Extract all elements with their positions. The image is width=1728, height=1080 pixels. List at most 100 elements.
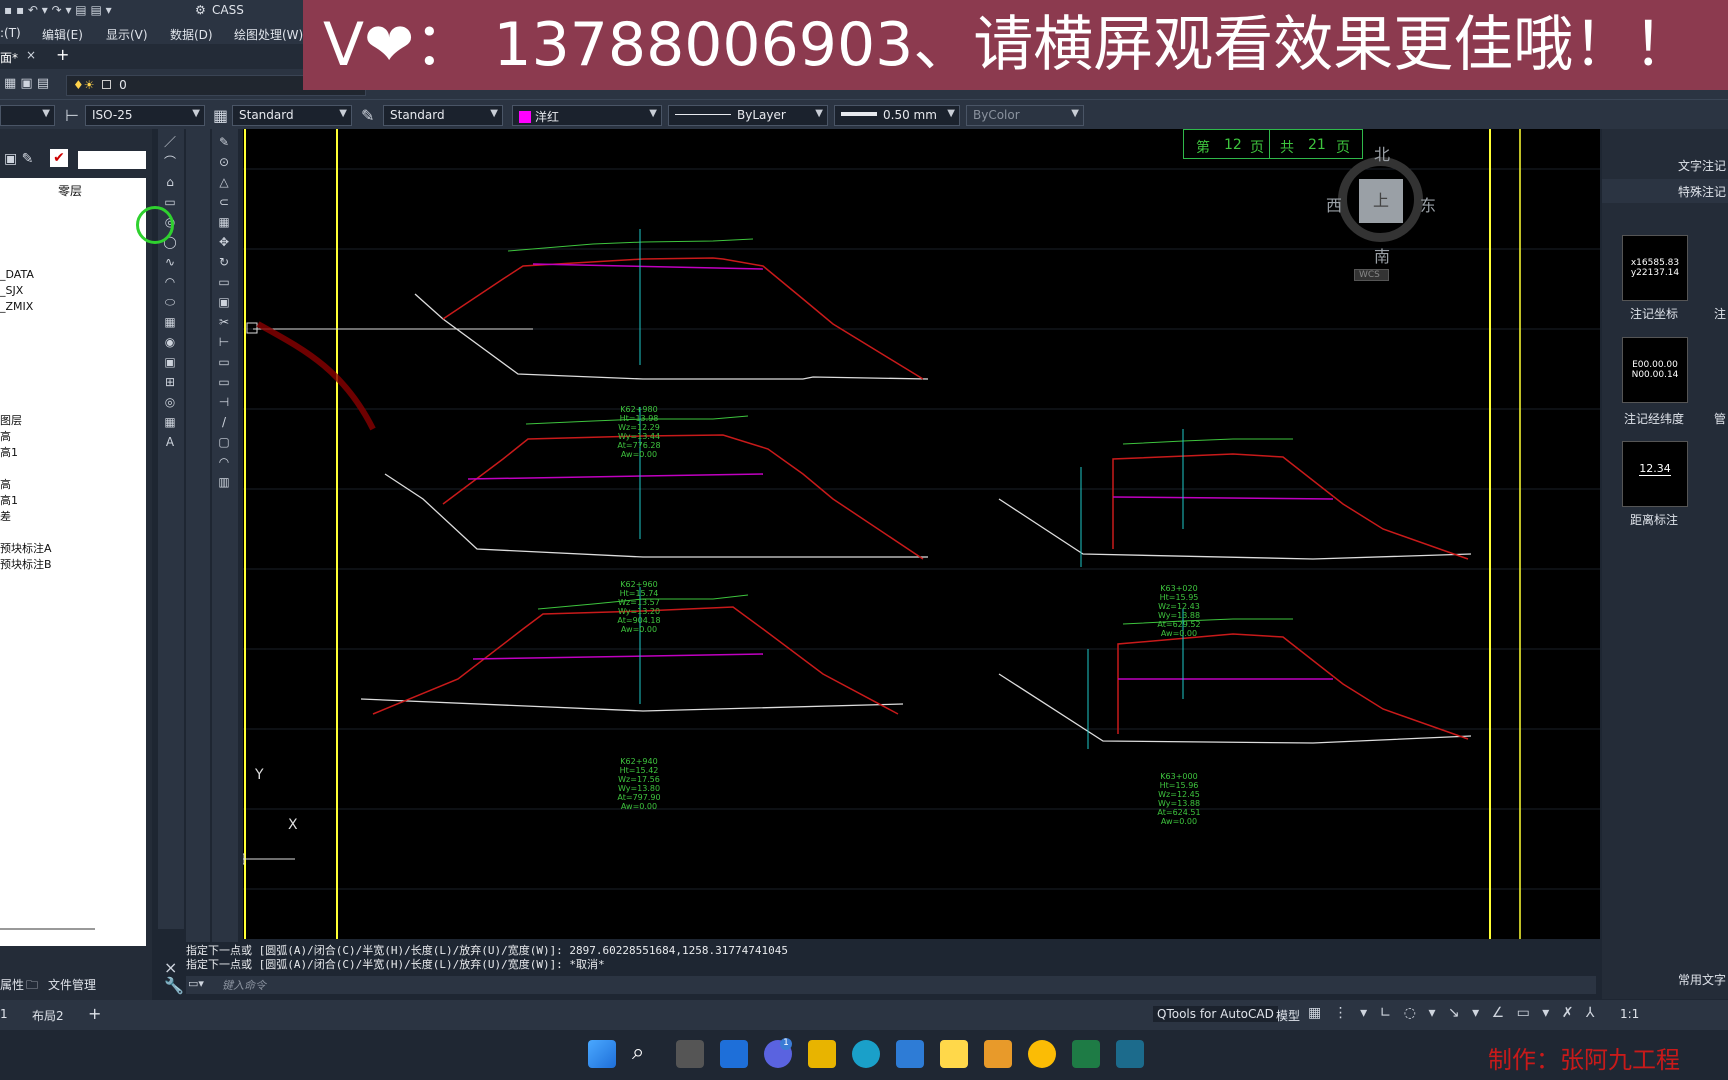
layer-item[interactable]: 预块标注B xyxy=(0,556,52,572)
modify-tool-icon[interactable]: ✂ xyxy=(215,314,233,330)
modify-tool-icon[interactable]: ⊣ xyxy=(215,394,233,410)
draw-tool-icon[interactable]: A xyxy=(161,434,179,450)
modify-tool-icon[interactable]: △ xyxy=(215,174,233,190)
layer-item[interactable]: 差 xyxy=(0,508,11,524)
annotate-coords-tile[interactable]: x16585.83 y22137.14 xyxy=(1622,235,1688,301)
annotation-scale[interactable]: 1:1 xyxy=(1620,1007,1639,1021)
layer-item[interactable]: 高 xyxy=(0,476,11,492)
new-tab-button[interactable]: + xyxy=(56,45,69,64)
layer-item[interactable]: 图层 xyxy=(0,412,22,428)
layer-list-scrollbar[interactable] xyxy=(0,928,95,930)
compass-north[interactable]: 北 xyxy=(1374,141,1390,165)
media-player-icon[interactable] xyxy=(984,1040,1012,1068)
menu-item-view[interactable]: 显示(V) xyxy=(106,26,148,43)
layout-tab[interactable]: 布局2 xyxy=(32,1007,64,1024)
compass-south[interactable]: 南 xyxy=(1374,243,1390,267)
linetype-select[interactable]: ByLayer ▼ xyxy=(668,105,828,126)
modify-tool-icon[interactable]: ⊂ xyxy=(215,194,233,210)
draw-tool-icon[interactable]: ◎ xyxy=(161,394,179,410)
layer-item[interactable]: 高1 xyxy=(0,492,18,508)
draw-tool-icon[interactable]: ⌒ xyxy=(161,154,179,170)
drawing-canvas[interactable]: Y X K62+980 Ht=13.98 Wz=12.29 Wy=13.44 At=… xyxy=(243,129,1600,939)
close-icon[interactable]: × xyxy=(164,958,177,977)
store-icon[interactable] xyxy=(896,1040,924,1068)
distance-tile[interactable]: 12.34 xyxy=(1622,441,1688,507)
modify-tool-icon[interactable]: ▥ xyxy=(215,474,233,490)
layer-search-input[interactable] xyxy=(78,151,146,169)
draw-tool-icon[interactable]: ⬭ xyxy=(161,294,179,310)
excel-icon[interactable] xyxy=(1072,1040,1100,1068)
plotstyle-select[interactable]: ByColor ▼ xyxy=(966,105,1084,126)
lineweight-select[interactable]: 0.50 mm ▼ xyxy=(834,105,960,126)
checkmark-icon[interactable]: ✔ xyxy=(50,149,68,167)
menu-item-tools[interactable]: :(T) xyxy=(0,26,21,40)
compass-east[interactable]: 东 xyxy=(1420,192,1436,216)
text-style-select-partial[interactable]: ▼ xyxy=(0,105,55,126)
dim-style-select[interactable]: ISO-25 ▼ xyxy=(85,105,205,126)
layout-tab[interactable]: 1 xyxy=(0,1007,8,1021)
widgets-icon[interactable] xyxy=(720,1040,748,1068)
modify-tool-icon[interactable]: ▦ xyxy=(215,214,233,230)
tab-special-annotation[interactable]: 特殊注记 xyxy=(1678,183,1726,200)
draw-tool-icon[interactable]: ◠ xyxy=(161,274,179,290)
draw-tool-icon[interactable]: ▣ xyxy=(161,354,179,370)
tab-properties[interactable]: 属性 xyxy=(0,976,24,993)
draw-tool-icon[interactable]: ⌂ xyxy=(161,174,179,190)
draw-tool-icon[interactable]: ⊞ xyxy=(161,374,179,390)
layer-item[interactable]: _ZMIX xyxy=(0,300,33,313)
tab-drawing[interactable]: 面* xyxy=(0,49,18,66)
command-input[interactable]: ▭▾ 键入命令 xyxy=(186,976,1596,994)
table-style-select[interactable]: Standard ▼ xyxy=(232,105,352,126)
color-select[interactable]: 洋红 ▼ xyxy=(512,105,662,126)
tab-text-annotation[interactable]: 文字注记 xyxy=(1678,157,1726,174)
viewcube[interactable]: 上 北 南 西 东 WCS xyxy=(1318,139,1436,284)
cass-icon[interactable] xyxy=(1116,1040,1144,1068)
layer-item[interactable]: 高1 xyxy=(0,444,18,460)
draw-tool-icon[interactable]: ▦ xyxy=(161,414,179,430)
chrome-icon[interactable] xyxy=(1028,1040,1056,1068)
layer-item[interactable]: _SJX xyxy=(0,284,23,297)
draw-tool-icon[interactable]: ◉ xyxy=(161,334,179,350)
wrench-icon[interactable]: 🔧 xyxy=(164,976,184,995)
modify-tool-icon[interactable]: ✎ xyxy=(215,134,233,150)
search-icon[interactable]: ⌕ xyxy=(632,1040,644,1065)
quick-access-icons[interactable]: ▪ ▪ ↶ ▾ ↷ ▾ ▤ ▤ ▾ xyxy=(4,3,112,17)
draw-tool-icon[interactable]: ∿ xyxy=(161,254,179,270)
tab-close-icon[interactable]: × xyxy=(26,48,36,62)
layer-item[interactable]: _DATA xyxy=(0,268,34,281)
layer-tools-icons[interactable]: ▦ ▣ ▤ xyxy=(4,76,49,91)
layer-item[interactable]: 预块标注A xyxy=(0,540,52,556)
modify-tool-icon[interactable]: ⊙ xyxy=(215,154,233,170)
modify-tool-icon[interactable]: ▭ xyxy=(215,374,233,390)
multileader-style-select[interactable]: Standard ▼ xyxy=(383,105,503,126)
draw-tool-icon[interactable]: ／ xyxy=(161,134,179,150)
draw-tool-icon[interactable]: ▦ xyxy=(161,314,179,330)
drafting-toggles[interactable]: ▦ ⋮ ▾ ∟ ◌ ▾ ↘ ▾ ∠ ▭ ▾ ✗ ⅄ xyxy=(1308,1005,1598,1021)
menu-item-draw[interactable]: 绘图处理(W) xyxy=(234,26,303,43)
edge-icon[interactable] xyxy=(852,1040,880,1068)
file-explorer-icon[interactable] xyxy=(808,1040,836,1068)
modify-tool-icon[interactable]: ▣ xyxy=(215,294,233,310)
modify-tool-icon[interactable]: ⊢ xyxy=(215,334,233,350)
wcs-menu[interactable]: WCS xyxy=(1354,269,1389,281)
qtools-button[interactable]: QTools for AutoCAD xyxy=(1153,1006,1278,1022)
modify-tool-icon[interactable]: ▭ xyxy=(215,354,233,370)
compass-west[interactable]: 西 xyxy=(1326,192,1342,216)
annotate-latlon-tile[interactable]: E00.00.00 N00.00.14 xyxy=(1622,337,1688,403)
modify-tool-icon[interactable]: ▢ xyxy=(215,434,233,450)
model-space-toggle[interactable]: 模型 xyxy=(1276,1007,1300,1024)
menu-item-edit[interactable]: 编辑(E) xyxy=(42,26,83,43)
viewcube-face-top[interactable]: 上 xyxy=(1359,179,1403,223)
add-layout-button[interactable]: + xyxy=(88,1004,101,1023)
modify-tool-icon[interactable]: ↻ xyxy=(215,254,233,270)
layer-item[interactable]: 高 xyxy=(0,428,11,444)
layer-panel-tools[interactable]: ▣ ✎ xyxy=(4,151,33,167)
sticky-notes-icon[interactable] xyxy=(940,1040,968,1068)
modify-tool-icon[interactable]: ▭ xyxy=(215,274,233,290)
modify-tool-icon[interactable]: ◠ xyxy=(215,454,233,470)
task-view-icon[interactable] xyxy=(676,1040,704,1068)
tab-file-manager[interactable]: 文件管理 xyxy=(48,976,96,993)
start-icon[interactable] xyxy=(588,1040,616,1068)
common-text-tab[interactable]: 常用文字 xyxy=(1678,971,1726,988)
modify-tool-icon[interactable]: / xyxy=(215,414,233,430)
